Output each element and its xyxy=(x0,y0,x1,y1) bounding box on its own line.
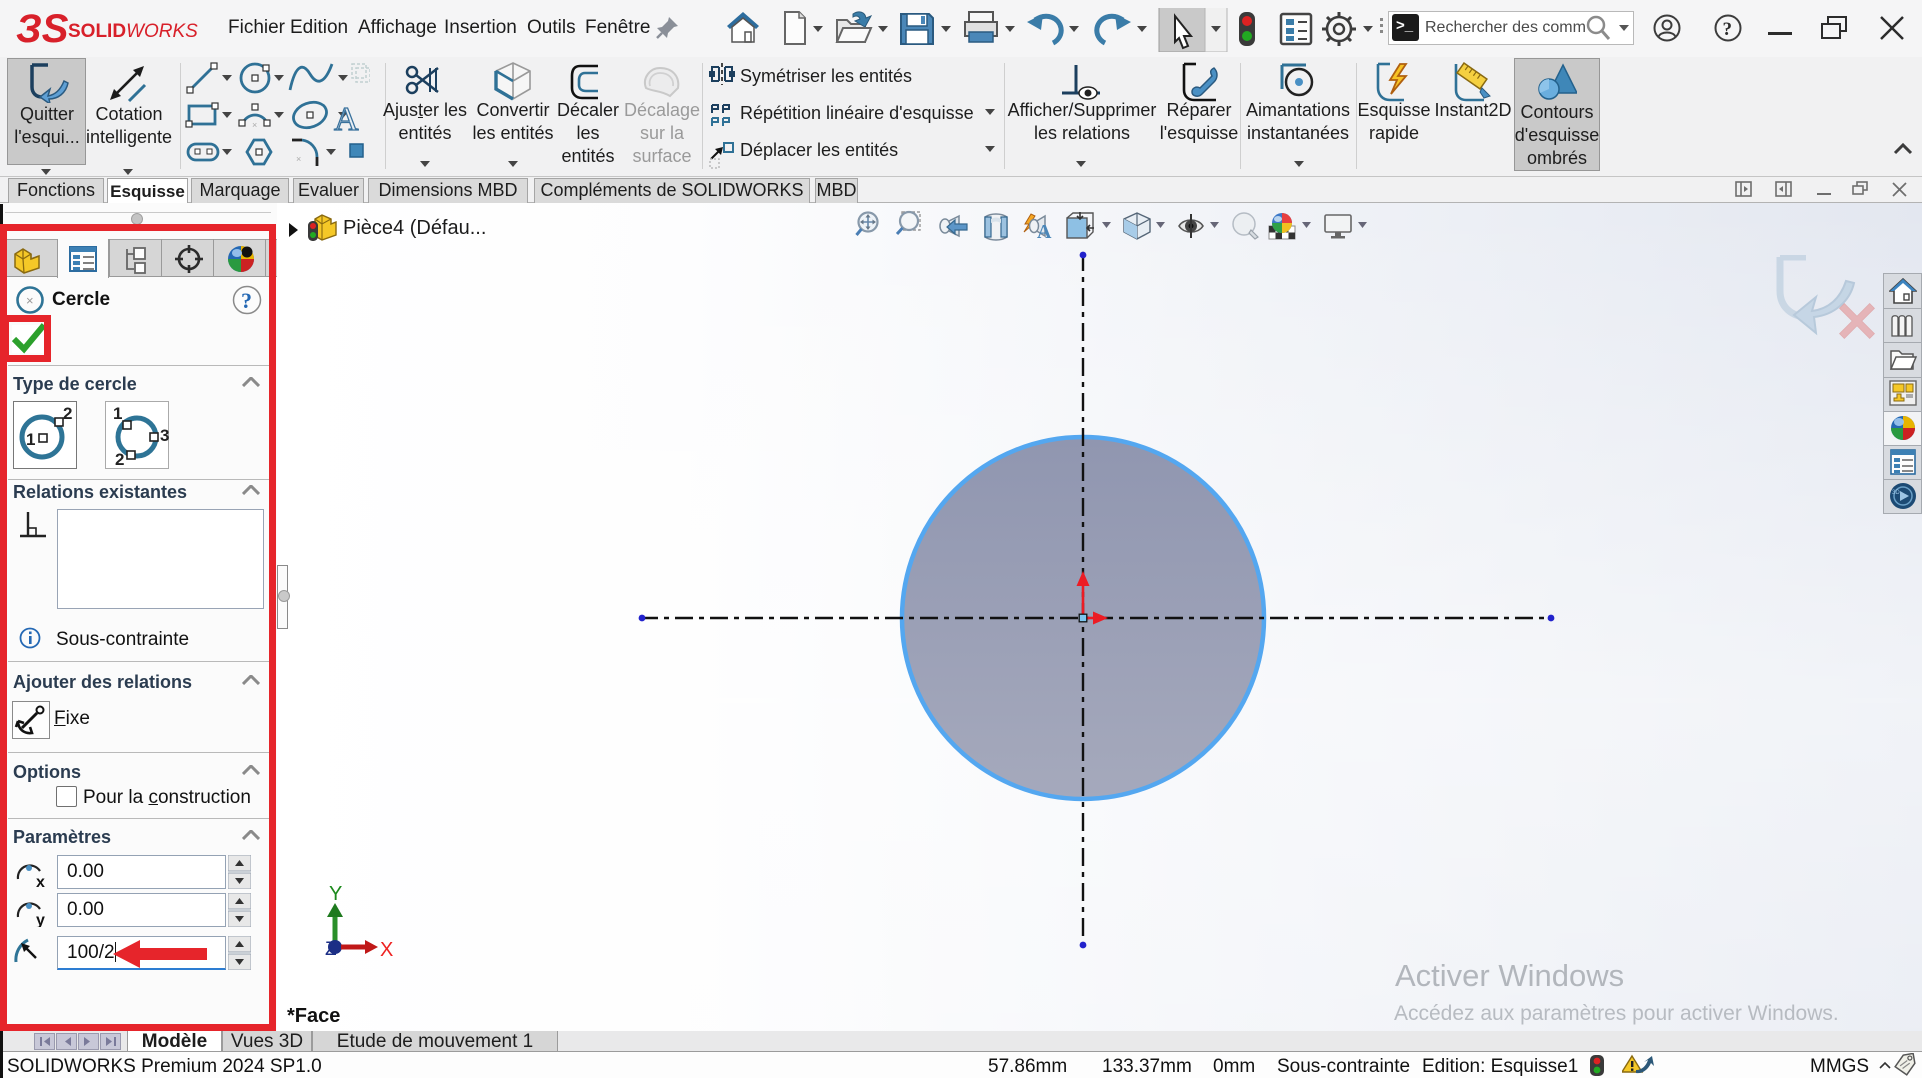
svg-text:X: X xyxy=(380,939,393,961)
svg-text:A: A xyxy=(334,101,359,138)
svg-text:Y: Y xyxy=(329,883,342,905)
svg-text:×: × xyxy=(252,120,257,130)
svg-text:SOLIDWORKS: SOLIDWORKS xyxy=(68,21,198,42)
svg-text:ЗS: ЗS xyxy=(16,7,69,51)
svg-text:A: A xyxy=(1037,221,1052,243)
svg-text:Z: Z xyxy=(325,939,337,960)
svg-text:×: × xyxy=(296,154,301,164)
svg-text:3D: 3D xyxy=(1892,490,1900,496)
svg-text:?: ? xyxy=(1723,19,1733,40)
